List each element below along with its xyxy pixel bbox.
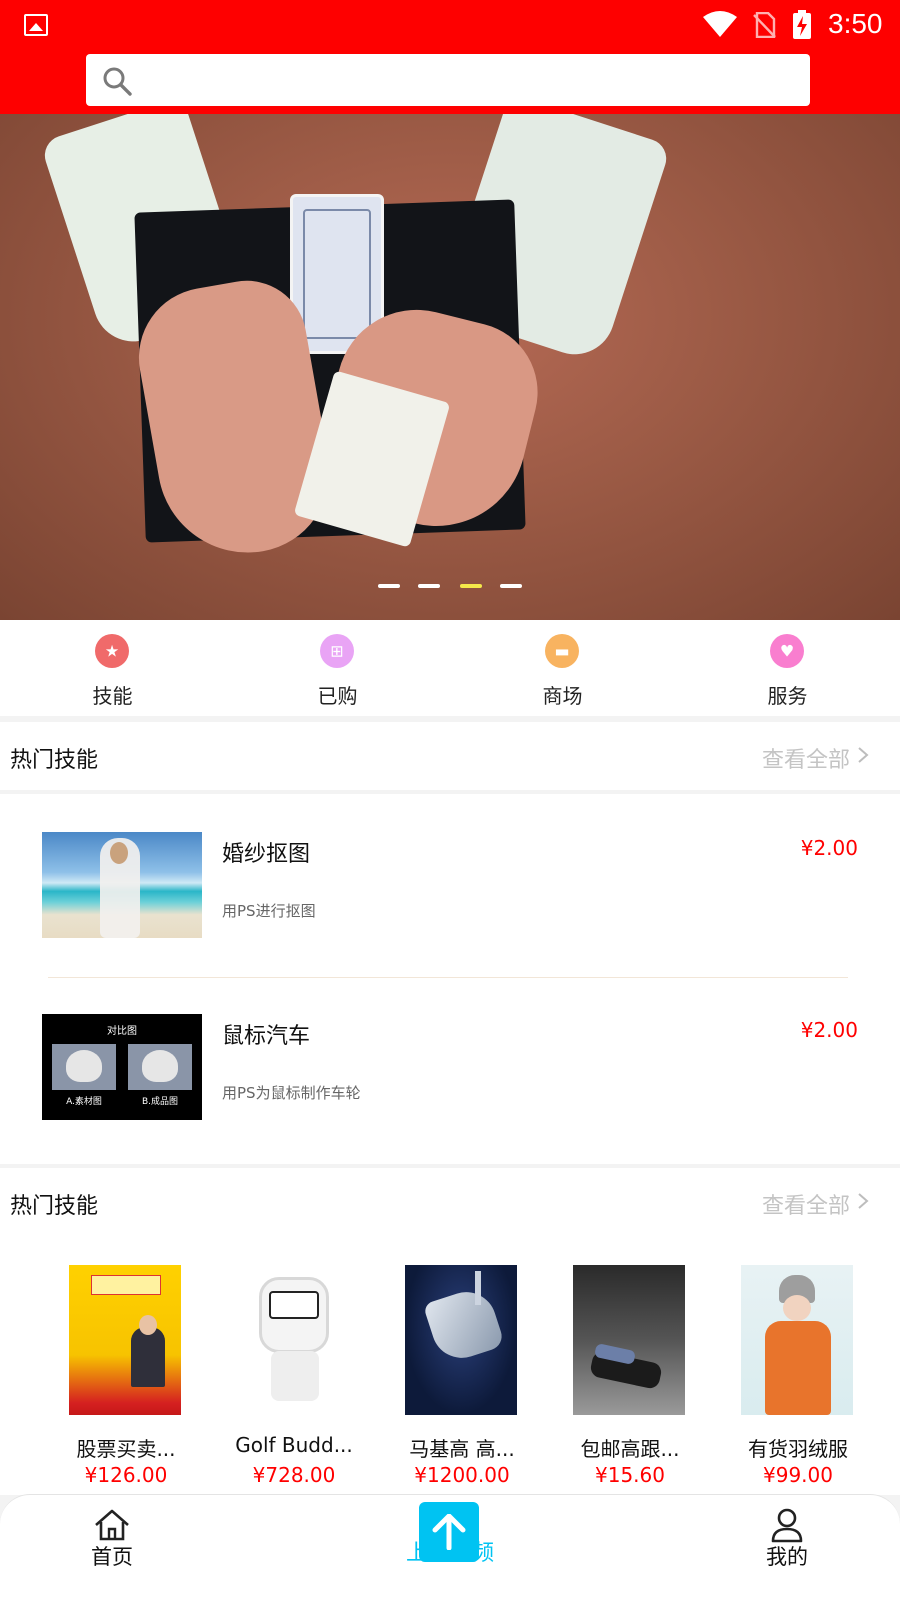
product-image: [69, 1265, 181, 1415]
nav-item-label: 服务: [767, 684, 808, 708]
status-bar: 3:50: [0, 0, 900, 50]
product-name: 马基高 高...: [409, 1437, 515, 1461]
product-name: 有货羽绒服: [748, 1437, 848, 1461]
nav-item-label: 商场: [542, 684, 583, 708]
product-price: ¥15.60: [595, 1463, 665, 1487]
nav-item-label: 技能: [92, 684, 133, 708]
chevron-right-icon[interactable]: [856, 746, 870, 764]
product-card[interactable]: 股票买卖... ¥126.00: [42, 1235, 210, 1487]
carousel-dot-active[interactable]: [460, 584, 482, 588]
product-image: [405, 1265, 517, 1415]
section-header-hot-skills: 热门技能 查看全部: [0, 722, 900, 790]
nav-item-purchased[interactable]: ⊞ 已购: [225, 620, 450, 716]
thumbnail-caption: 对比图: [107, 1026, 137, 1037]
tab-home[interactable]: 首页: [52, 1495, 172, 1600]
header-bar: 3:50: [0, 0, 900, 114]
skill-list: 婚纱抠图 用PS进行抠图 ¥2.00 对比图 A.素材图 B.成品图 鼠标汽车 …: [0, 794, 900, 1164]
nav-item-label: 已购: [317, 684, 358, 708]
search-input[interactable]: [86, 54, 810, 106]
product-name: 股票买卖...: [76, 1437, 176, 1461]
view-all-link[interactable]: 查看全部: [762, 1188, 850, 1220]
product-price: ¥99.00: [763, 1463, 833, 1487]
view-all-link[interactable]: 查看全部: [762, 742, 850, 774]
tab-label: 我的: [766, 1545, 808, 1569]
item-price: ¥2.00: [800, 836, 858, 860]
arrow-up-icon: [432, 1514, 466, 1550]
battery-charging-icon: [793, 10, 811, 39]
home-icon: [95, 1509, 129, 1541]
carousel-indicators: [0, 584, 900, 594]
skills-icon: ★: [95, 634, 129, 668]
product-image: [237, 1265, 349, 1415]
purchased-icon: ⊞: [320, 634, 354, 668]
app-screen: 3:50 ★ 技能 ⊞ 已购 ▬ 商场 ♥ 服务 热门技能 查看全部 婚纱抠图 …: [0, 0, 900, 1600]
chevron-right-icon[interactable]: [856, 1192, 870, 1210]
user-icon: [771, 1508, 803, 1543]
tab-label: 首页: [91, 1545, 133, 1569]
list-item[interactable]: 婚纱抠图 用PS进行抠图 ¥2.00: [0, 794, 900, 954]
nav-item-service[interactable]: ♥ 服务: [675, 620, 900, 716]
gallery-notification-icon: [24, 14, 48, 36]
product-carousel: 股票买卖... ¥126.00 Golf Budd... ¥728.00 马基高…: [0, 1235, 900, 1495]
product-card[interactable]: 有货羽绒服 ¥99.00: [714, 1235, 882, 1487]
item-price: ¥2.00: [800, 1018, 858, 1042]
product-image: [741, 1265, 853, 1415]
product-card[interactable]: 包邮高跟... ¥15.60: [546, 1235, 714, 1487]
product-card[interactable]: 马基高 高... ¥1200.00: [378, 1235, 546, 1487]
nav-item-mall[interactable]: ▬ 商场: [450, 620, 675, 716]
banner-carousel[interactable]: [0, 114, 900, 620]
product-card[interactable]: Golf Budd... ¥728.00: [210, 1235, 378, 1487]
product-price: ¥1200.00: [414, 1463, 510, 1487]
mouse-car-thumbnail: 对比图 A.素材图 B.成品图: [42, 1014, 202, 1120]
product-price: ¥126.00: [84, 1463, 168, 1487]
wifi-icon: [703, 11, 737, 37]
product-name: 包邮高跟...: [580, 1437, 680, 1461]
item-description: 用PS为鼠标制作车轮: [222, 1084, 361, 1102]
no-sim-icon: [753, 12, 776, 38]
carousel-dot[interactable]: [418, 584, 440, 588]
service-icon: ♥: [770, 634, 804, 668]
product-name: Golf Budd...: [235, 1433, 353, 1457]
carousel-dot[interactable]: [378, 584, 400, 588]
product-price: ¥728.00: [252, 1463, 336, 1487]
tab-me[interactable]: 我的: [727, 1495, 847, 1600]
section-title: 热门技能: [10, 1194, 99, 1219]
thumbnail-label: A.素材图: [66, 1097, 102, 1107]
mall-icon: ▬: [545, 634, 579, 668]
thumbnail-label: B.成品图: [141, 1097, 179, 1107]
nav-item-skills[interactable]: ★ 技能: [0, 620, 225, 716]
product-image: [573, 1265, 685, 1415]
upload-video-button[interactable]: [419, 1502, 479, 1562]
status-time: 3:50: [828, 8, 883, 39]
category-nav: ★ 技能 ⊞ 已购 ▬ 商场 ♥ 服务: [0, 620, 900, 716]
search-icon: [103, 67, 132, 96]
item-description: 用PS进行抠图: [222, 902, 316, 920]
item-title: 鼠标汽车: [222, 1024, 311, 1049]
list-item[interactable]: 对比图 A.素材图 B.成品图 鼠标汽车 用PS为鼠标制作车轮 ¥2.00: [0, 976, 900, 1136]
carousel-dot[interactable]: [500, 584, 522, 588]
item-title: 婚纱抠图: [222, 842, 311, 867]
wedding-photo-thumbnail: [42, 832, 202, 938]
section-header-hot-skills-2: 热门技能 查看全部: [0, 1168, 900, 1236]
section-title: 热门技能: [10, 748, 99, 773]
